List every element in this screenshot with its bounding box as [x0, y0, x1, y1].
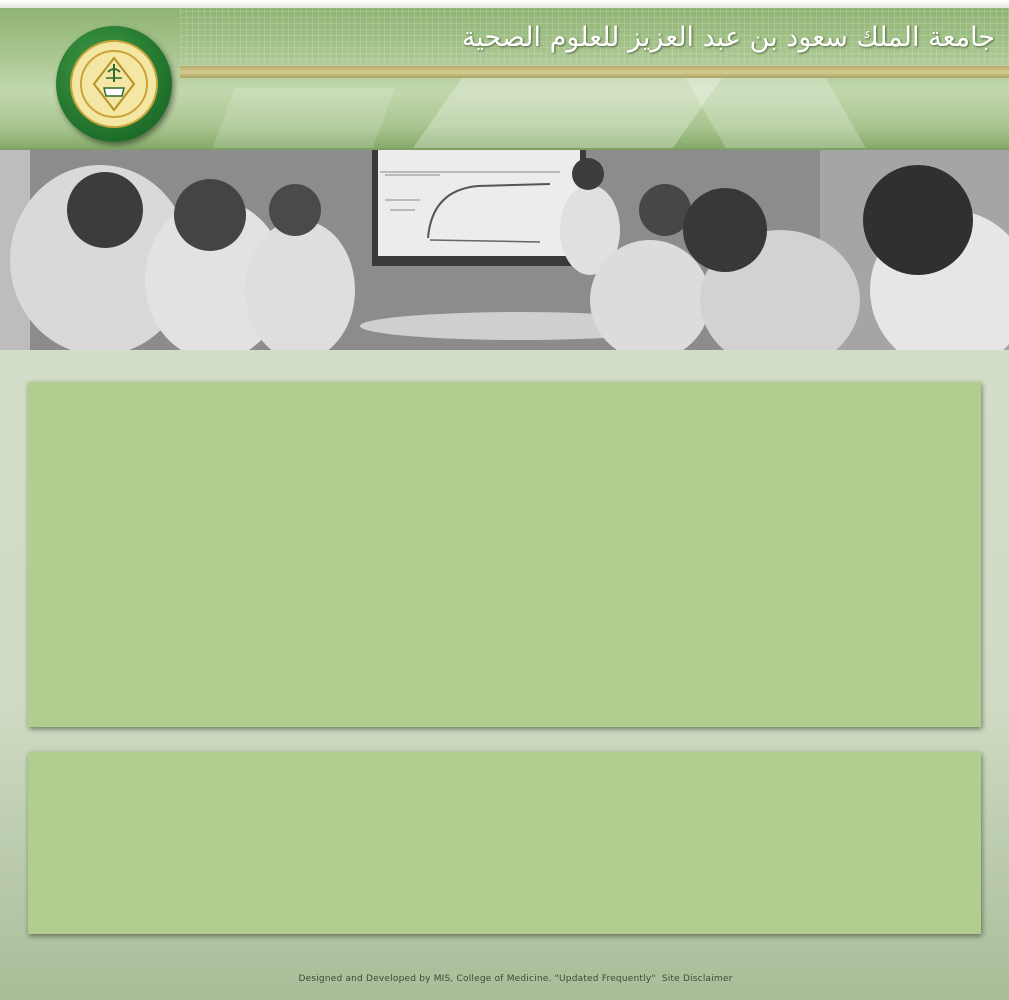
seal-emblem-icon [80, 50, 148, 118]
banner-photo [0, 150, 1009, 350]
top-strip [0, 0, 1009, 8]
header-gold-band [180, 66, 1009, 78]
university-seal-icon[interactable] [56, 26, 172, 142]
footer-credit: Designed and Developed by MIS, College o… [298, 974, 552, 984]
university-title: جامعة الملك سعود بن عبد العزيز للعلوم ال… [461, 22, 995, 53]
footer-update-note: "Updated Frequently" [554, 974, 656, 984]
students-classroom-photo [0, 150, 1009, 350]
header-light-shape [377, 78, 723, 148]
main-content-panel [28, 382, 981, 727]
secondary-content-panel [28, 752, 981, 934]
seal-inner-ring [70, 40, 158, 128]
header-light-shape [205, 88, 395, 148]
site-footer: Designed and Developed by MIS, College o… [0, 974, 1009, 984]
site-header: جامعة الملك سعود بن عبد العزيز للعلوم ال… [0, 8, 1009, 150]
site-disclaimer-link[interactable]: Site Disclaimer [662, 974, 733, 984]
header-light-shape [685, 78, 895, 148]
